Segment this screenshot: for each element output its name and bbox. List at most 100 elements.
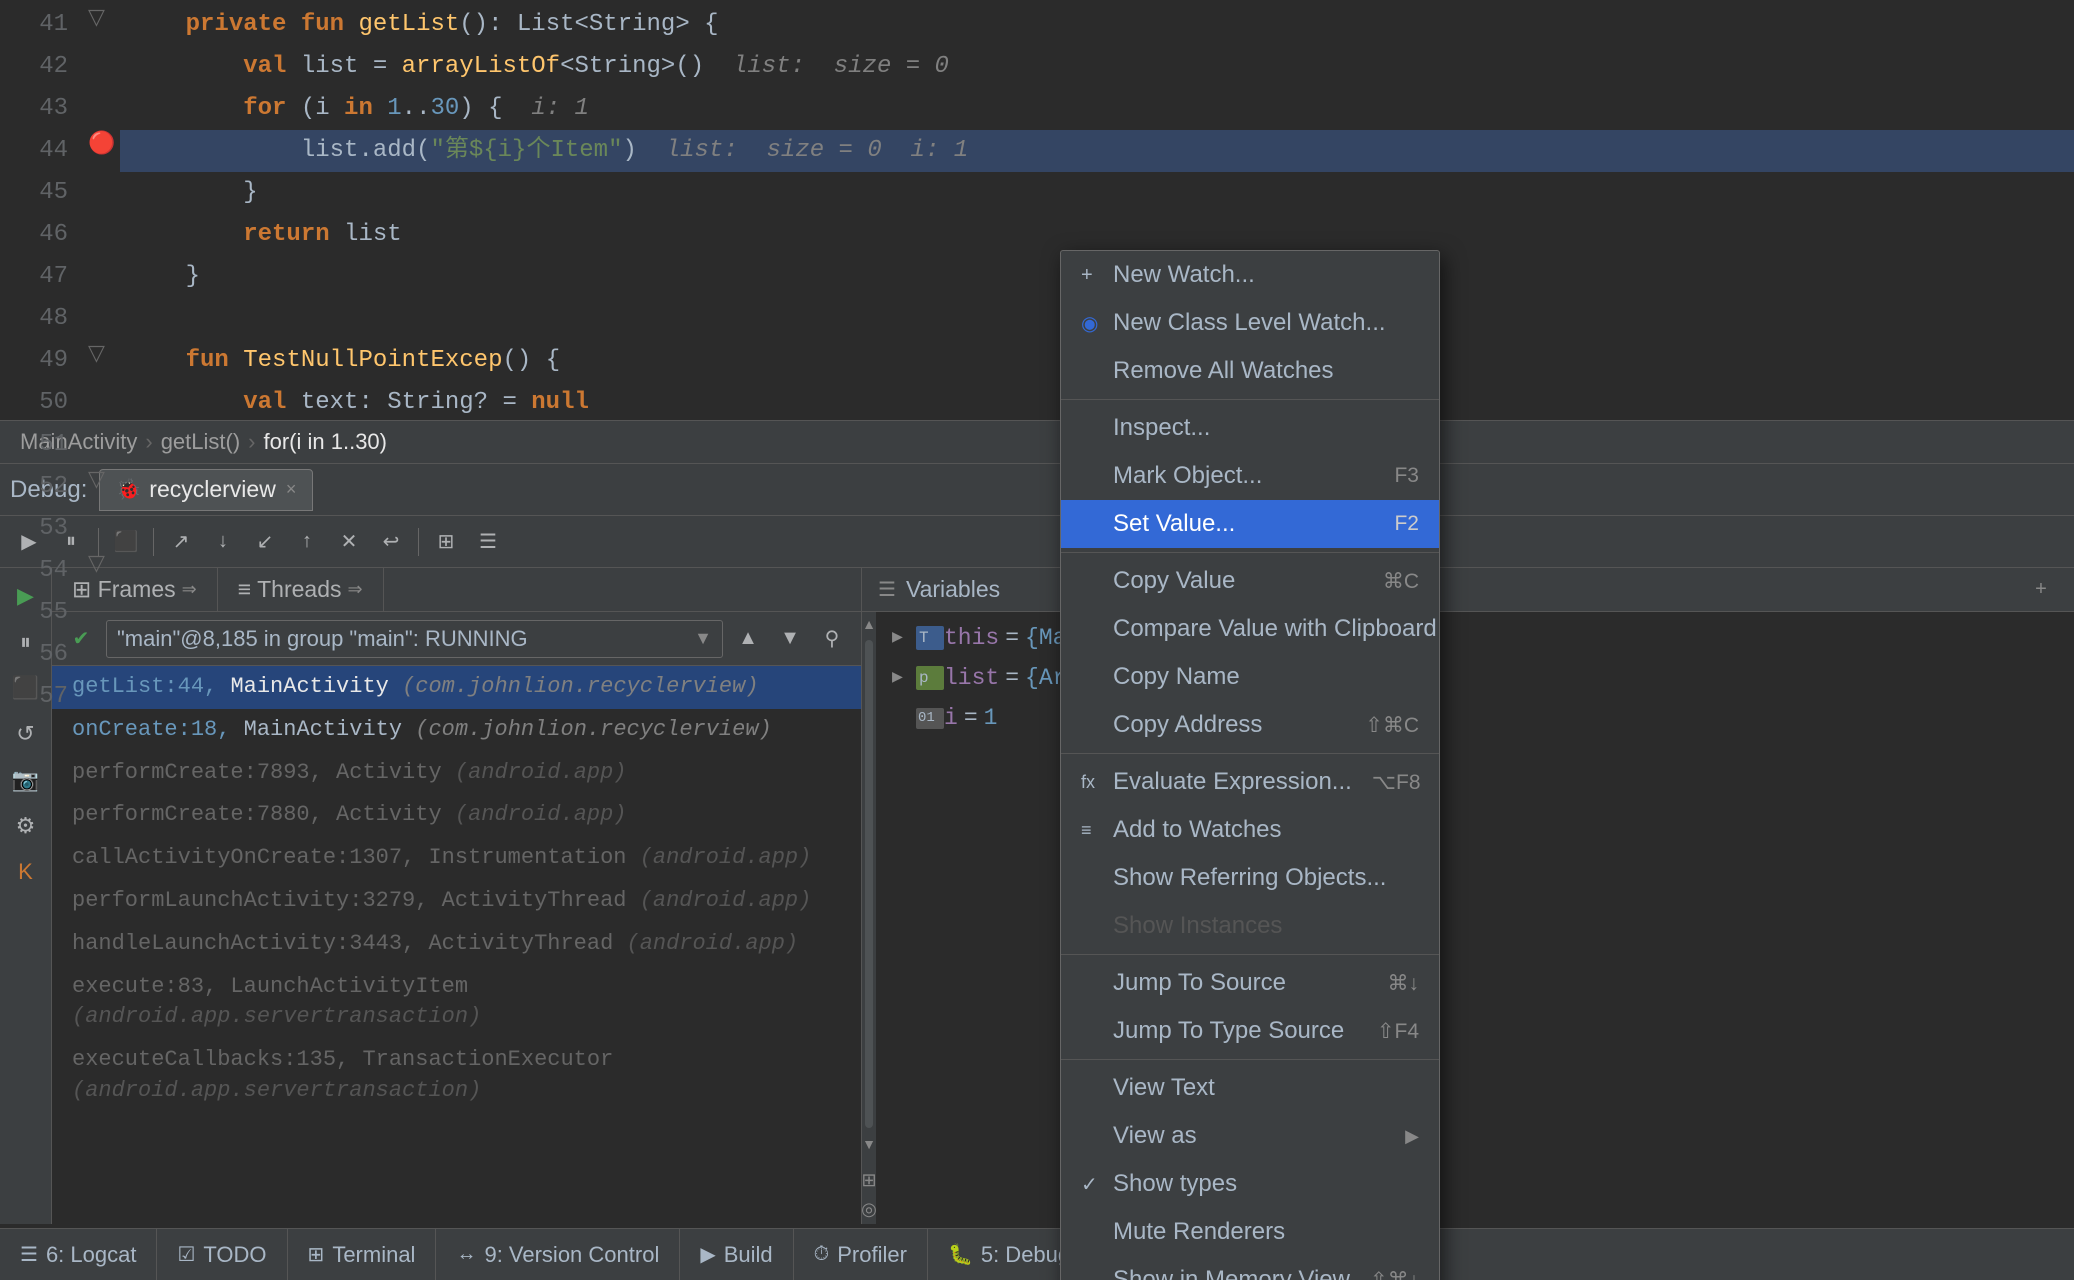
var-icon-extra2[interactable]: ◎ <box>862 1195 877 1224</box>
force-step-into[interactable]: ↩ <box>372 523 410 561</box>
var-list: ▶ T this = {MainActivity@... ▶ p list = … <box>876 612 2074 1224</box>
breadcrumb-getlist[interactable]: getList() <box>161 429 240 455</box>
todo-label: TODO <box>203 1242 266 1268</box>
ctx-evaluate[interactable]: fx Evaluate Expression... ⌥F8 <box>1061 758 1439 806</box>
frame-item-handlelaunch[interactable]: handleLaunchActivity:3443, ActivityThrea… <box>52 923 861 966</box>
step-into-button[interactable]: ↓ <box>204 523 242 561</box>
panel-tabs: ⊞ Frames ⇒ ≡ Threads ⇒ <box>52 568 861 612</box>
frame-item-callactivity[interactable]: callActivityOnCreate:1307, Instrumentati… <box>52 837 861 880</box>
kotlin-sidebar-btn[interactable]: K <box>6 852 46 892</box>
restore-layout[interactable]: ⊞ <box>427 523 465 561</box>
scroll-down-arrow[interactable]: ▼ <box>862 1132 876 1156</box>
add-var-button[interactable]: + <box>2024 573 2058 607</box>
ctx-copy-address[interactable]: Copy Address ⇧⌘C <box>1061 701 1439 749</box>
ctx-mute-renderers[interactable]: Mute Renderers <box>1061 1208 1439 1256</box>
ctx-inspect[interactable]: Inspect... <box>1061 404 1439 452</box>
evaluate-button[interactable]: ✕ <box>330 523 368 561</box>
frame-loc-1: onCreate:18, <box>72 717 244 742</box>
ctx-copyval-label: Copy Value <box>1113 567 1363 595</box>
camera-sidebar-btn[interactable]: 📷 <box>6 760 46 800</box>
ctx-sep-4 <box>1061 954 1439 955</box>
status-vcs[interactable]: ↔ 9: Version Control <box>436 1229 680 1280</box>
ctx-jump-type-source[interactable]: Jump To Type Source ⇧F4 <box>1061 1007 1439 1055</box>
tab-threads[interactable]: ≡ Threads ⇒ <box>218 568 384 612</box>
breakpoint-icon[interactable]: 🔴 <box>88 130 115 156</box>
status-todo[interactable]: ☑ TODO <box>157 1229 287 1280</box>
thread-down-btn[interactable]: ▼ <box>773 622 807 656</box>
step-over-button[interactable]: ↗ <box>162 523 200 561</box>
ctx-view-text[interactable]: View Text <box>1061 1064 1439 1112</box>
tab-frames[interactable]: ⊞ Frames ⇒ <box>52 568 218 612</box>
frame-pkg-2: (android.app) <box>455 760 627 785</box>
fold-icon-54[interactable]: ▽ <box>88 550 105 576</box>
frame-pkg-5: (android.app) <box>640 888 812 913</box>
frame-loc-0: getList:44, <box>72 674 230 699</box>
fold-icon-49[interactable]: ▽ <box>88 340 105 366</box>
frames-list[interactable]: getList:44, MainActivity (com.johnlion.r… <box>52 666 861 1224</box>
status-logcat[interactable]: ☰ 6: Logcat <box>0 1229 157 1280</box>
frame-item-performlaunch[interactable]: performLaunchActivity:3279, ActivityThre… <box>52 880 861 923</box>
ctx-jumpsrc-label: Jump To Source <box>1113 969 1368 997</box>
ctx-jumpsrc-shortcut: ⌘↓ <box>1388 971 1420 996</box>
settings-sidebar-btn[interactable]: ⚙ <box>6 806 46 846</box>
status-bar: ☰ 6: Logcat ☑ TODO ⊞ Terminal ↔ 9: Versi… <box>0 1228 2074 1280</box>
ctx-add-watches[interactable]: ≡ Add to Watches <box>1061 806 1439 854</box>
frame-item-execute[interactable]: execute:83, LaunchActivityItem (android.… <box>52 966 861 1040</box>
thread-name: "main"@8,185 in group "main": RUNNING <box>117 626 528 652</box>
ctx-show-memory[interactable]: Show in Memory View ⇧⌘↓ <box>1061 1256 1439 1280</box>
ctx-mark-label: Mark Object... <box>1113 462 1374 490</box>
tab-close-button[interactable]: × <box>286 479 297 500</box>
ctx-mark-object[interactable]: Mark Object... F3 <box>1061 452 1439 500</box>
rerun-sidebar-btn[interactable]: ↺ <box>6 714 46 754</box>
ctx-copy-value[interactable]: Copy Value ⌘C <box>1061 557 1439 605</box>
frame-item-getlist[interactable]: getList:44, MainActivity (com.johnlion.r… <box>52 666 861 709</box>
vcs-icon: ↔ <box>456 1243 476 1266</box>
ctx-viewas-label: View as <box>1113 1122 1385 1150</box>
ctx-remove-watches[interactable]: Remove All Watches <box>1061 347 1439 395</box>
ctx-show-referring[interactable]: Show Referring Objects... <box>1061 854 1439 902</box>
terminal-label: Terminal <box>332 1242 415 1268</box>
status-profiler[interactable]: ⏱ Profiler <box>794 1229 928 1280</box>
var-item-i[interactable]: 01 i = 1 <box>876 698 2074 738</box>
thread-filter-btn[interactable]: ⚲ <box>815 622 849 656</box>
frame-text-2: performCreate:7893, Activity <box>72 760 455 785</box>
scroll-up-arrow[interactable]: ▲ <box>862 612 876 636</box>
status-terminal[interactable]: ⊞ Terminal <box>288 1229 437 1280</box>
var-expand-list[interactable]: ▶ <box>892 666 916 691</box>
ctx-view-as[interactable]: View as ▶ <box>1061 1112 1439 1160</box>
frame-item-performcreate2[interactable]: performCreate:7880, Activity (android.ap… <box>52 794 861 837</box>
tab-recyclerview[interactable]: 🐞 recyclerview × <box>99 469 313 511</box>
ctx-copyaddr-label: Copy Address <box>1113 711 1345 739</box>
thread-dropdown[interactable]: "main"@8,185 in group "main": RUNNING ▼ <box>106 620 723 658</box>
var-expand-this[interactable]: ▶ <box>892 626 916 651</box>
var-item-list[interactable]: ▶ p list = {ArrayList@852... <box>876 658 2074 698</box>
ctx-copy-name[interactable]: Copy Name <box>1061 653 1439 701</box>
frame-item-executecallbacks[interactable]: executeCallbacks:135, TransactionExecuto… <box>52 1039 861 1113</box>
frame-item-oncreate[interactable]: onCreate:18, MainActivity (com.johnlion.… <box>52 709 861 752</box>
ctx-set-value[interactable]: Set Value... F2 <box>1061 500 1439 548</box>
ctx-memory-shortcut: ⇧⌘↓ <box>1370 1268 1419 1280</box>
frame-pkg-3: (android.app) <box>455 802 627 827</box>
step-out-button[interactable]: ↙ <box>246 523 284 561</box>
var-item-this[interactable]: ▶ T this = {MainActivity@... <box>876 618 2074 658</box>
run-to-cursor[interactable]: ↑ <box>288 523 326 561</box>
ctx-evaluate-label: Evaluate Expression... <box>1113 768 1352 796</box>
ctx-compare-clipboard[interactable]: Compare Value with Clipboard <box>1061 605 1439 653</box>
ctx-show-types[interactable]: ✓ Show types <box>1061 1160 1439 1208</box>
settings-button[interactable]: ☰ <box>469 523 507 561</box>
ctx-new-class-watch[interactable]: ◉ New Class Level Watch... <box>1061 299 1439 347</box>
ctx-new-watch[interactable]: + New Watch... <box>1061 251 1439 299</box>
fold-icon-52[interactable]: ▽ <box>88 466 105 492</box>
fold-icon-41[interactable]: ▽ <box>88 4 105 30</box>
stop-button[interactable]: ⬛ <box>107 523 145 561</box>
status-build[interactable]: ▶ Build <box>680 1229 793 1280</box>
ctx-jump-source[interactable]: Jump To Source ⌘↓ <box>1061 959 1439 1007</box>
frame-item-performcreate1[interactable]: performCreate:7893, Activity (android.ap… <box>52 752 861 795</box>
var-icon-i: 01 <box>916 708 944 730</box>
build-icon: ▶ <box>700 1242 715 1267</box>
breadcrumb-for[interactable]: for(i in 1..30) <box>264 429 388 455</box>
var-icon-extra1[interactable]: ⊞ <box>862 1166 877 1195</box>
frame-pkg-1: (com.johnlion.recyclerview) <box>415 717 771 742</box>
thread-up-btn[interactable]: ▲ <box>731 622 765 656</box>
debug-panels: ▶ ⏸ ⬛ ↺ 📷 ⚙ K ⊞ Frames ⇒ ≡ Threads ⇒ <box>0 568 2074 1224</box>
